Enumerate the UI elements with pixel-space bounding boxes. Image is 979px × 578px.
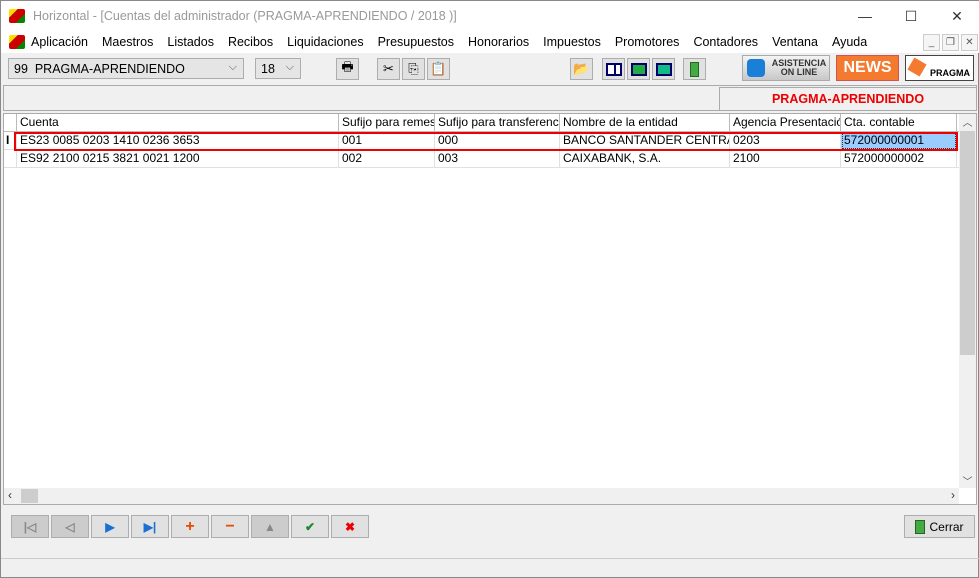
teamviewer-icon [747, 59, 765, 77]
col-header-sufijo-remesas[interactable]: Sufijo para remesas [339, 114, 435, 132]
table-row[interactable]: ES92 2100 0215 3821 0021 1200 002 003 CA… [4, 150, 960, 168]
company-select[interactable]: 99 PRAGMA-APRENDIENDO ⌵ [8, 58, 244, 79]
menu-ayuda[interactable]: Ayuda [832, 35, 867, 49]
status-divider [1, 558, 979, 559]
scroll-up-icon[interactable]: ︿ [959, 114, 976, 131]
cut-icon[interactable]: ✂ [377, 58, 400, 80]
edit-record-button[interactable]: ▲ [251, 515, 289, 538]
first-record-button[interactable]: |◁ [11, 515, 49, 538]
menu-ventana[interactable]: Ventana [772, 35, 818, 49]
maximize-button[interactable]: ☐ [888, 1, 934, 31]
grid-view-icon[interactable] [602, 58, 625, 80]
cancel-button[interactable]: ✖ [331, 515, 369, 538]
window-title: Horizontal - [Cuentas del administrador … [33, 9, 457, 23]
open-folder-icon[interactable]: 📂 [570, 58, 593, 80]
menu-aplicacion[interactable]: Aplicación [31, 35, 88, 49]
col-header-nombre-entidad[interactable]: Nombre de la entidad [560, 114, 730, 132]
col-header-sufijo-transferencias[interactable]: Sufijo para transferencias [435, 114, 560, 132]
col-header-agencia[interactable]: Agencia Presentación [730, 114, 841, 132]
row-indicator [4, 150, 17, 168]
menu-presupuestos[interactable]: Presupuestos [378, 35, 454, 49]
grid-header: Cuenta Sufijo para remesas Sufijo para t… [4, 114, 960, 132]
menu-maestros[interactable]: Maestros [102, 35, 153, 49]
cell-nombre-entidad[interactable]: BANCO SANTANDER CENTRAL HISPANO [560, 132, 730, 150]
printer-settings-icon[interactable]: 🖶 [336, 58, 359, 80]
menu-honorarios[interactable]: Honorarios [468, 35, 529, 49]
asistencia-online-button[interactable]: ASISTENCIA ON LINE [742, 55, 830, 81]
cell-sufijo-transferencias[interactable]: 003 [435, 150, 560, 168]
pragma-logo[interactable]: PRAGMA [905, 55, 974, 81]
menu-bar: Aplicación Maestros Listados Recibos Liq… [1, 31, 979, 53]
mdi-restore-button[interactable]: ❐ [942, 34, 959, 51]
copy-icon[interactable]: ⎘ [402, 58, 425, 80]
cell-agencia[interactable]: 0203 [730, 132, 841, 150]
cell-nombre-entidad[interactable]: CAIXABANK, S.A. [560, 150, 730, 168]
news-button[interactable]: NEWS [836, 55, 899, 81]
menu-liquidaciones[interactable]: Liquidaciones [287, 35, 363, 49]
cell-cta-contable[interactable]: 572000000002 [841, 150, 957, 168]
cell-cuenta[interactable]: ES92 2100 0215 3821 0021 1200 [17, 150, 339, 168]
confirm-button[interactable]: ✔ [291, 515, 329, 538]
close-label: Cerrar [929, 519, 964, 534]
scroll-down-icon[interactable]: ﹀ [959, 473, 976, 488]
app-icon [9, 9, 25, 23]
previous-record-button[interactable]: ◁ [51, 515, 89, 538]
year-select[interactable]: 18 ⌵ [255, 58, 301, 79]
exit-door-icon [915, 519, 926, 534]
cell-sufijo-transferencias[interactable]: 000 [435, 132, 560, 150]
table-row[interactable]: I ES23 0085 0203 1410 0236 3653 001 000 … [4, 132, 960, 150]
scroll-left-icon[interactable]: ‹ [8, 488, 12, 502]
menu-contadores[interactable]: Contadores [693, 35, 758, 49]
mdi-close-button[interactable]: ✕ [961, 34, 978, 51]
minimize-button[interactable]: — [842, 1, 888, 31]
cell-sufijo-remesas[interactable]: 002 [339, 150, 435, 168]
close-form-button[interactable]: Cerrar [904, 515, 975, 538]
col-header-cta-contable[interactable]: Cta. contable [841, 114, 957, 132]
indicator-header [4, 114, 17, 132]
menu-impuestos[interactable]: Impuestos [543, 35, 601, 49]
form-view-icon[interactable] [627, 58, 650, 80]
add-record-button[interactable]: + [171, 515, 209, 538]
cell-cuenta[interactable]: ES23 0085 0203 1410 0236 3653 [17, 132, 339, 150]
exit-door-icon[interactable] [683, 58, 706, 80]
cell-cta-contable-selected[interactable]: 572000000001 [841, 132, 957, 150]
vertical-scroll-thumb[interactable] [960, 131, 975, 355]
title-bar: Horizontal - [Cuentas del administrador … [1, 1, 979, 31]
menu-recibos[interactable]: Recibos [228, 35, 273, 49]
accounts-grid: Cuenta Sufijo para remesas Sufijo para t… [3, 113, 977, 505]
mdi-minimize-button[interactable]: _ [923, 34, 940, 51]
last-record-button[interactable]: ▶| [131, 515, 169, 538]
year-value: 18 [261, 61, 275, 76]
scroll-right-icon[interactable]: › [951, 488, 955, 502]
chevron-down-icon: ⌵ [285, 61, 294, 73]
horizontal-scroll-thumb[interactable] [21, 489, 38, 503]
cell-agencia[interactable]: 2100 [730, 150, 841, 168]
menu-listados[interactable]: Listados [167, 35, 214, 49]
company-value: 99 PRAGMA-APRENDIENDO [14, 61, 185, 76]
mdi-app-icon [9, 35, 25, 49]
col-header-cuenta[interactable]: Cuenta [17, 114, 339, 132]
window-view-icon[interactable] [652, 58, 675, 80]
next-record-button[interactable]: ▶ [91, 515, 129, 538]
menu-promotores[interactable]: Promotores [615, 35, 680, 49]
horizontal-scrollbar[interactable]: ‹ › [4, 488, 959, 504]
pragma-logo-text: PRAGMA [930, 68, 970, 78]
asistencia-label: ASISTENCIA ON LINE [771, 58, 827, 77]
company-banner: PRAGMA-APRENDIENDO [719, 87, 976, 110]
row-edit-indicator-icon: I [4, 132, 17, 150]
paste-icon[interactable]: 📋 [427, 58, 450, 80]
close-window-button[interactable]: ✕ [934, 1, 979, 31]
chevron-down-icon: ⌵ [228, 61, 237, 73]
cell-sufijo-remesas[interactable]: 001 [339, 132, 435, 150]
vertical-scrollbar[interactable]: ︿ ﹀ [959, 114, 976, 488]
delete-record-button[interactable]: − [211, 515, 249, 538]
